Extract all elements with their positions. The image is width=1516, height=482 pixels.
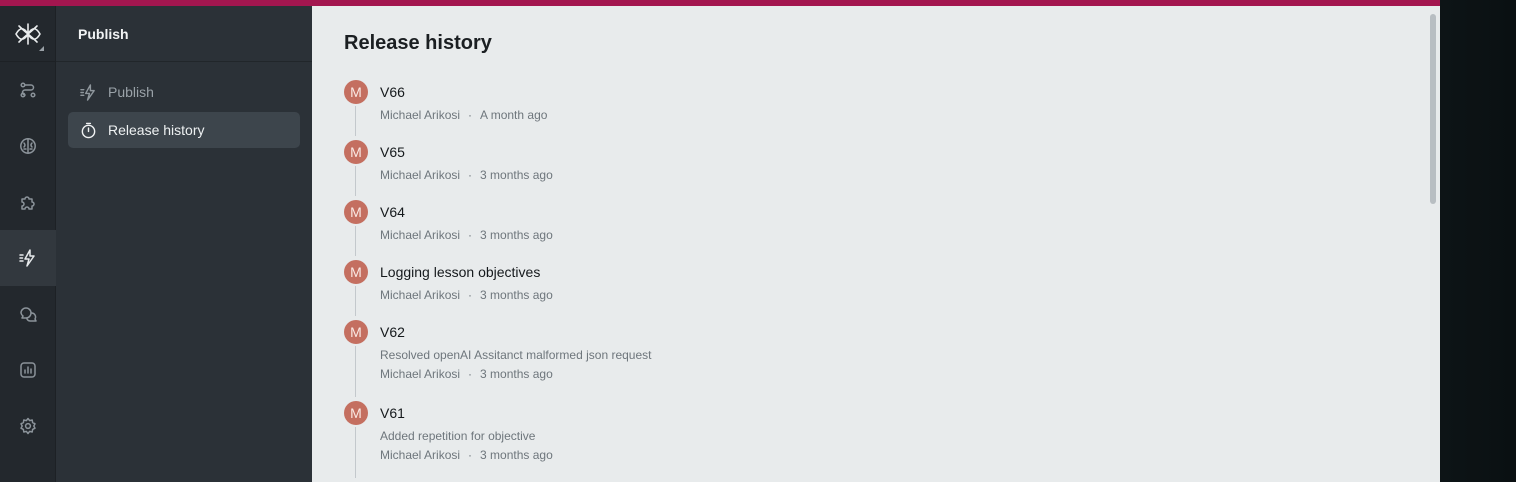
release-timeline: M V66 Michael Arikosi · A month ago M V65 … bbox=[344, 80, 1244, 482]
logo-icon bbox=[15, 22, 41, 45]
meta-separator: · bbox=[468, 448, 473, 462]
timeline-connector bbox=[355, 166, 356, 196]
main-content: Release history M V66 Michael Arikosi · A … bbox=[312, 6, 1440, 482]
release-title: V65 bbox=[380, 144, 405, 160]
release-entry[interactable]: M V61 Added repetition for objective Mic… bbox=[344, 401, 1244, 482]
meta-separator: · bbox=[468, 108, 473, 122]
sidebar-item-release-history[interactable]: Release history bbox=[68, 112, 300, 148]
publish-bolt-icon bbox=[80, 83, 95, 101]
release-time: A month ago bbox=[480, 108, 548, 122]
release-meta: Michael Arikosi · 3 months ago bbox=[380, 447, 1244, 463]
release-title: V61 bbox=[380, 405, 405, 421]
release-meta: Michael Arikosi · 3 months ago bbox=[380, 167, 1244, 183]
flow-route-icon bbox=[20, 82, 36, 98]
top-accent-bar bbox=[0, 0, 1440, 6]
release-author: Michael Arikosi bbox=[380, 108, 461, 122]
avatar: M bbox=[344, 401, 368, 425]
release-description: Resolved openAI Assitanct malformed json… bbox=[380, 348, 652, 362]
rail-item-analytics[interactable] bbox=[0, 342, 56, 398]
release-meta: Michael Arikosi · 3 months ago bbox=[380, 227, 1244, 243]
release-description: Added repetition for objective bbox=[380, 429, 536, 443]
release-author: Michael Arikosi bbox=[380, 448, 461, 462]
meta-separator: · bbox=[468, 367, 473, 381]
scrollbar[interactable] bbox=[1428, 10, 1437, 482]
release-author: Michael Arikosi bbox=[380, 367, 461, 381]
release-author: Michael Arikosi bbox=[380, 288, 461, 302]
scrollbar-thumb[interactable] bbox=[1430, 14, 1436, 204]
release-title: V64 bbox=[380, 204, 405, 220]
timeline-connector bbox=[355, 427, 356, 478]
sidebar-item-label: Release history bbox=[108, 122, 205, 138]
sidebar-nav-list: Publish Release history bbox=[56, 62, 312, 148]
analytics-chart-icon bbox=[20, 362, 36, 378]
release-entry[interactable]: M V64 Michael Arikosi · 3 months ago bbox=[344, 200, 1244, 260]
secondary-sidebar: Publish Publish Release history bbox=[56, 6, 312, 482]
release-meta: Michael Arikosi · A month ago bbox=[380, 107, 1244, 123]
chat-bubbles-icon bbox=[20, 307, 37, 322]
meta-separator: · bbox=[468, 168, 473, 182]
avatar: M bbox=[344, 260, 368, 284]
rail-item-flows[interactable] bbox=[0, 62, 56, 118]
rail-item-knowledge[interactable] bbox=[0, 118, 56, 174]
avatar: M bbox=[344, 200, 368, 224]
release-title: V62 bbox=[380, 324, 405, 340]
sidebar-header: Publish bbox=[56, 6, 312, 62]
desktop-background bbox=[1440, 0, 1516, 482]
release-title: Logging lesson objectives bbox=[380, 264, 541, 280]
icon-rail bbox=[0, 6, 56, 482]
meta-separator: · bbox=[468, 228, 473, 242]
puzzle-icon bbox=[21, 196, 35, 210]
rail-item-integrations[interactable] bbox=[0, 174, 56, 230]
release-time: 3 months ago bbox=[480, 228, 553, 242]
release-meta: Michael Arikosi · 3 months ago bbox=[380, 366, 1244, 382]
release-time: 3 months ago bbox=[480, 448, 553, 462]
timeline-connector bbox=[355, 286, 356, 316]
release-entry[interactable]: M V62 Resolved openAI Assitanct malforme… bbox=[344, 320, 1244, 401]
stopwatch-icon bbox=[81, 122, 96, 138]
logo-button[interactable] bbox=[0, 6, 56, 62]
rail-item-settings[interactable] bbox=[0, 398, 56, 454]
timeline-connector bbox=[355, 226, 356, 256]
release-entry[interactable]: M Logging lesson objectives Michael Arik… bbox=[344, 260, 1244, 320]
rail-item-conversations[interactable] bbox=[0, 286, 56, 342]
release-time: 3 months ago bbox=[480, 367, 553, 381]
app-window: Publish Publish Release history Release … bbox=[0, 0, 1440, 482]
timeline-connector bbox=[355, 346, 356, 397]
timeline-connector bbox=[355, 106, 356, 136]
publish-bolt-icon bbox=[19, 249, 35, 267]
avatar: M bbox=[344, 320, 368, 344]
sidebar-item-label: Publish bbox=[108, 84, 154, 100]
release-entry[interactable]: M V66 Michael Arikosi · A month ago bbox=[344, 80, 1244, 140]
page-title: Release history bbox=[344, 32, 492, 54]
release-title: V66 bbox=[380, 84, 405, 100]
logo-corner-marker bbox=[39, 46, 44, 51]
release-author: Michael Arikosi bbox=[380, 228, 461, 242]
rail-item-publish[interactable] bbox=[0, 230, 56, 286]
release-time: 3 months ago bbox=[480, 168, 553, 182]
release-entry[interactable]: M V65 Michael Arikosi · 3 months ago bbox=[344, 140, 1244, 200]
release-time: 3 months ago bbox=[480, 288, 553, 302]
meta-separator: · bbox=[468, 288, 473, 302]
avatar: M bbox=[344, 140, 368, 164]
release-meta: Michael Arikosi · 3 months ago bbox=[380, 287, 1244, 303]
gear-icon bbox=[20, 417, 36, 435]
sidebar-item-publish[interactable]: Publish bbox=[68, 74, 300, 110]
release-author: Michael Arikosi bbox=[380, 168, 461, 182]
brain-icon bbox=[20, 138, 36, 154]
avatar: M bbox=[344, 80, 368, 104]
sidebar-section-title: Publish bbox=[78, 25, 129, 42]
